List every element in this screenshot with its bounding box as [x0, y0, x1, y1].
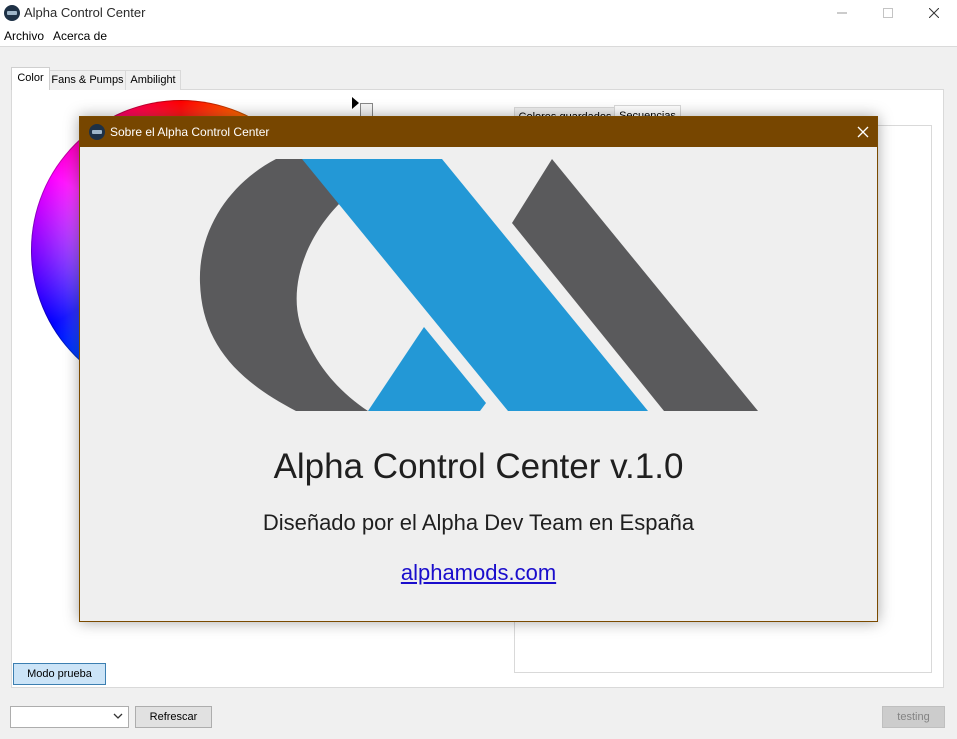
- tab-color[interactable]: Color: [11, 67, 50, 90]
- window-title: Alpha Control Center: [24, 5, 146, 20]
- device-select[interactable]: [10, 706, 129, 728]
- dialog-heading: Alpha Control Center v.1.0: [273, 447, 684, 486]
- dialog-subtitle: Diseñado por el Alpha Dev Team en España: [262, 510, 695, 535]
- close-button[interactable]: [911, 0, 957, 26]
- close-icon: [857, 126, 868, 138]
- tab-ambilight[interactable]: Ambilight: [125, 70, 181, 90]
- tab-fans-pumps[interactable]: Fans & Pumps: [48, 70, 127, 90]
- brightness-slider-arrow[interactable]: [352, 97, 359, 109]
- testing-button[interactable]: testing: [882, 706, 945, 728]
- about-dialog: Sobre el Alpha Control Center Alpha Cont…: [79, 116, 878, 622]
- close-icon: [929, 8, 939, 18]
- maximize-button[interactable]: [865, 0, 911, 26]
- website-link-container: alphamods.com: [80, 560, 877, 586]
- menu-bar: [0, 26, 957, 47]
- dialog-close-button[interactable]: [848, 117, 877, 147]
- refrescar-button[interactable]: Refrescar: [135, 706, 212, 728]
- minimize-button[interactable]: [819, 0, 865, 26]
- dialog-title: Sobre el Alpha Control Center: [110, 125, 270, 139]
- minimize-icon: [837, 12, 847, 14]
- maximize-icon: [883, 8, 893, 18]
- alpha-logo: [199, 159, 758, 411]
- modo-prueba-button[interactable]: Modo prueba: [13, 663, 106, 685]
- chevron-down-icon: [113, 713, 123, 719]
- menu-acerca-de[interactable]: Acerca de: [53, 29, 107, 43]
- menu-archivo[interactable]: Archivo: [4, 29, 44, 43]
- alpha-app-icon: [89, 124, 105, 140]
- website-link[interactable]: alphamods.com: [401, 560, 556, 585]
- app-icon: [4, 5, 20, 21]
